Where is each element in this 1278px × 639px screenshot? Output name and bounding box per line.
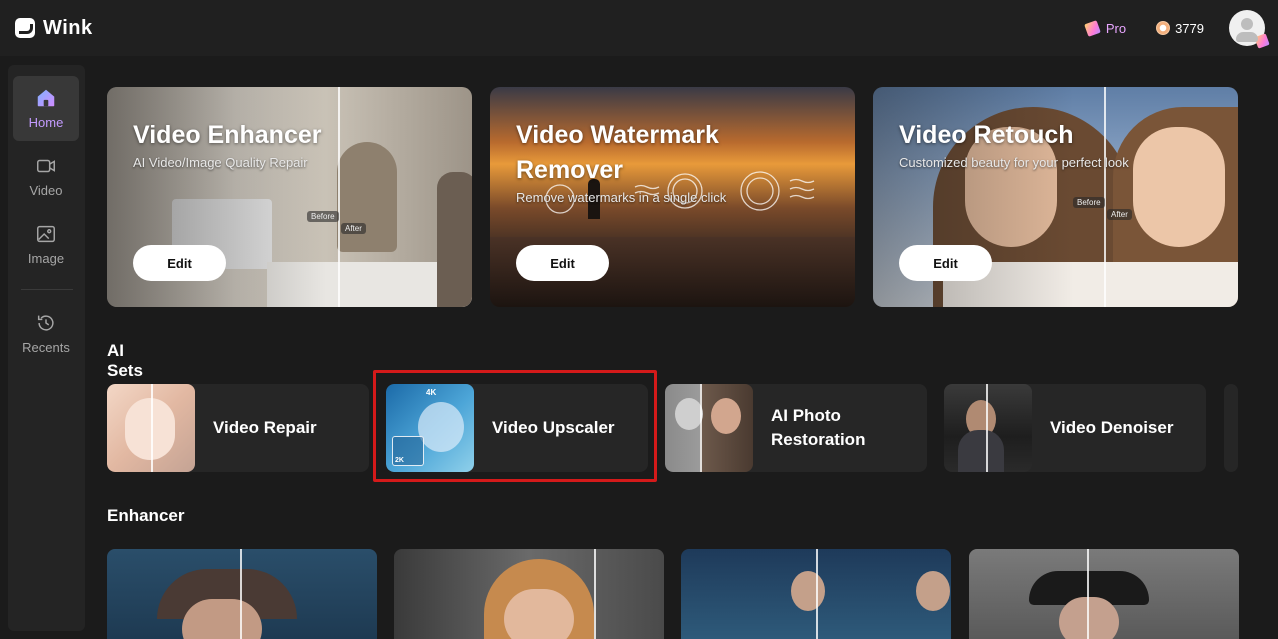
ai-set-label: AI Photo Restoration [771,406,866,449]
sidebar-item-label: Image [27,251,65,266]
ai-set-ai-photo-restoration[interactable]: AI Photo Restoration [665,384,927,472]
hero-card-video-retouch[interactable]: Before After Video Retouch Customized be… [873,87,1238,307]
hero-card-video-watermark-remover[interactable]: Video Watermark Remover Remove watermark… [490,87,855,307]
after-tag: After [1107,209,1132,220]
sidebar-item-label: Recents [22,340,70,355]
coin-icon [1156,21,1171,35]
video-icon [37,159,55,173]
edit-button[interactable]: Edit [516,245,609,281]
hero-title: Video Watermark Remover [516,121,719,184]
hero-title: Video Retouch [899,121,1074,149]
coin-count: 3779 [1175,20,1204,36]
hero-title: Video Enhancer [133,121,322,149]
sidebar-item-home[interactable]: Home [13,76,79,141]
ai-set-video-denoiser[interactable]: Video Denoiser [944,384,1206,472]
top-bar: Wink Pro 3779 [0,0,1278,56]
enhancer-card-3[interactable] [681,549,951,639]
enhancer-card-4[interactable] [969,549,1239,639]
ai-set-label: Video Denoiser [1050,418,1174,437]
sidebar-item-label: Home [28,115,64,130]
hero-card-video-enhancer[interactable]: Before After Video Enhancer AI Video/Ima… [107,87,472,307]
video-repair-thumbnail [107,384,195,472]
section-title-ai-sets: AI Sets [107,341,143,380]
section-title-enhancer: Enhancer [107,506,185,525]
enhancer-card-2[interactable] [394,549,664,639]
enhancer-card-1[interactable] [107,549,377,639]
pro-button[interactable]: Pro [1084,19,1127,37]
photo-restoration-thumbnail [665,384,753,472]
pro-label: Pro [1105,20,1127,36]
sidebar-divider [21,289,73,290]
hero-subtitle: Customized beauty for your perfect look [899,155,1129,170]
image-icon [37,225,55,243]
home-icon [37,89,55,107]
sidebar-item-video[interactable]: Video [13,144,79,209]
sidebar-item-label: Video [29,183,63,198]
ai-set-video-repair[interactable]: Video Repair [107,384,369,472]
sidebar: Home Video Image Recents [8,65,85,631]
hero-subtitle: AI Video/Image Quality Repair [133,155,308,170]
app-logo[interactable]: Wink [15,17,93,40]
sidebar-item-recents[interactable]: Recents [13,301,79,366]
history-icon [37,315,54,331]
pro-badge-icon [1254,33,1270,49]
selection-highlight [373,370,657,482]
coin-balance[interactable]: 3779 [1156,21,1204,36]
sidebar-item-image[interactable]: Image [13,212,79,277]
wink-logo-icon [15,18,35,38]
edit-button[interactable]: Edit [133,245,226,281]
user-avatar[interactable] [1229,10,1270,49]
edit-button[interactable]: Edit [899,245,992,281]
ai-set-label: Video Repair [213,418,317,437]
pro-gem-icon [1084,19,1101,37]
before-tag: Before [1073,197,1105,208]
after-tag: After [341,223,366,234]
video-denoiser-thumbnail [944,384,1032,472]
ai-set-next-partial[interactable] [1224,384,1238,472]
before-tag: Before [307,211,339,222]
hero-subtitle: Remove watermarks in a single click [516,190,727,205]
app-name: Wink [43,16,93,39]
